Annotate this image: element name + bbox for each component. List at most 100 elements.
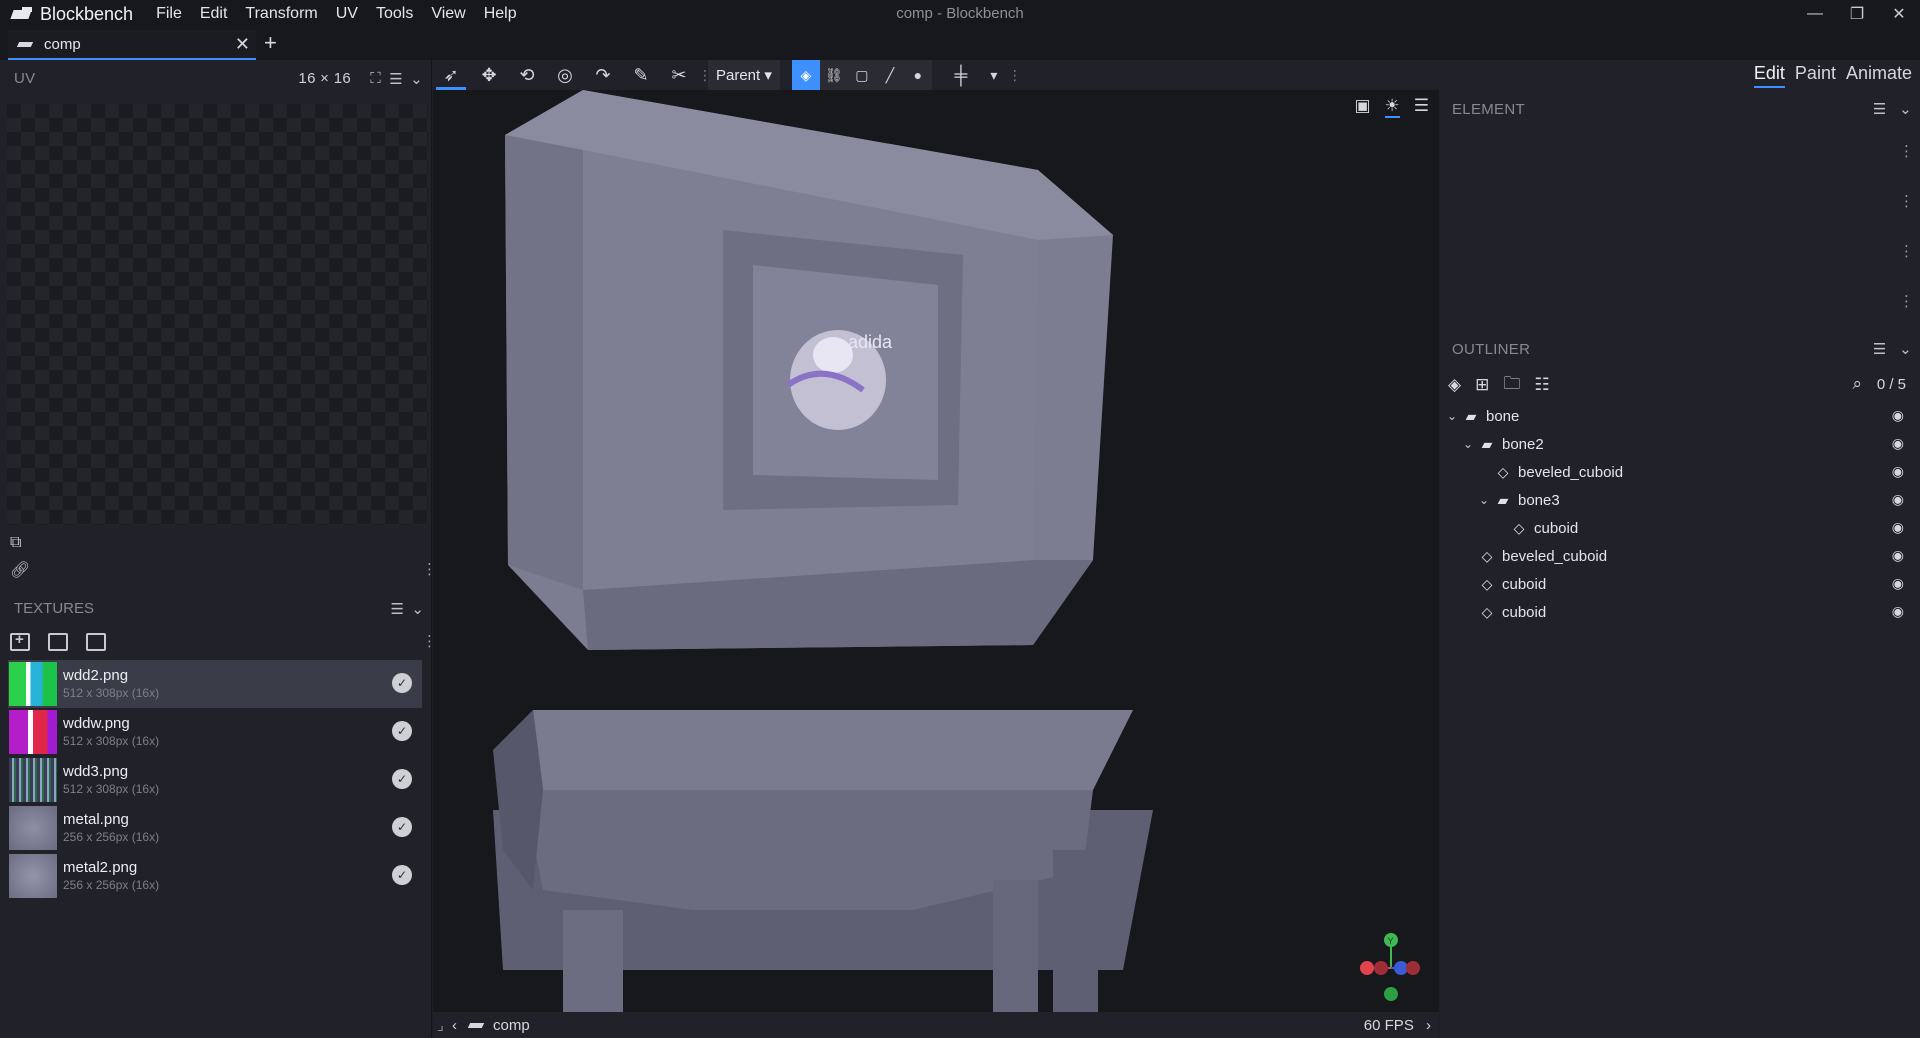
face-mode-icon[interactable]: ▢: [848, 60, 876, 90]
add-texture-icon[interactable]: [10, 631, 30, 651]
tab-comp[interactable]: comp ✕: [8, 30, 256, 60]
texture-item[interactable]: metal2.png 256 x 256px (16x) ✓: [8, 852, 422, 900]
outliner-node[interactable]: ◇ cuboid ◉: [1440, 598, 1920, 626]
open-folder-icon[interactable]: [86, 633, 106, 651]
mode-edit[interactable]: Edit: [1753, 63, 1785, 88]
add-group-icon[interactable]: 🗀︎: [1503, 371, 1520, 400]
close-tab-icon[interactable]: ✕: [235, 34, 250, 55]
fullscreen-icon[interactable]: ⛶: [370, 70, 381, 87]
panel-menu-icon[interactable]: ☰: [1873, 101, 1887, 118]
texture-item[interactable]: wdd3.png 512 x 308px (16x) ✓: [8, 756, 422, 804]
more-icon[interactable]: ⋮: [1899, 142, 1914, 160]
edge-mode-icon[interactable]: ╱: [876, 60, 904, 90]
add-cube-icon[interactable]: ⊞: [1475, 375, 1489, 395]
more-icon[interactable]: ⋮: [1899, 242, 1914, 260]
rotate-tool-icon[interactable]: ⟲: [508, 60, 546, 90]
add-tab-button[interactable]: +: [264, 30, 277, 56]
minimize-button[interactable]: —: [1794, 0, 1836, 28]
outliner-node[interactable]: ◇ beveled_cuboid ◉: [1440, 458, 1920, 486]
menu-edit[interactable]: Edit: [191, 5, 237, 23]
gizmo-negz-icon[interactable]: [1406, 961, 1420, 975]
copy-uv-icon[interactable]: ⧉: [10, 534, 30, 552]
gizmo-negy-icon[interactable]: [1384, 987, 1398, 1001]
menu-help[interactable]: Help: [475, 5, 526, 23]
chevron-right-icon[interactable]: ›: [1426, 1017, 1431, 1034]
vertex-mode-icon[interactable]: ●: [904, 60, 932, 90]
mode-animate[interactable]: Animate: [1846, 63, 1912, 88]
more-icon[interactable]: ⋮: [1899, 192, 1914, 210]
move-tool-icon[interactable]: ✥: [470, 60, 508, 90]
vertex-snap-icon[interactable]: ↷: [584, 60, 622, 90]
axis-gizmo[interactable]: Y: [1351, 928, 1431, 1008]
viewport-menu-icon[interactable]: ☰: [1414, 96, 1429, 118]
eye-icon[interactable]: ◉: [1892, 491, 1904, 508]
menu-uv[interactable]: UV: [327, 5, 367, 23]
texture-item[interactable]: metal.png 256 x 256px (16x) ✓: [8, 804, 422, 852]
gizmo-z-icon[interactable]: [1394, 961, 1408, 975]
3d-viewport[interactable]: adida ▣ ☀ ☰ Y: [433, 90, 1439, 1012]
eye-icon[interactable]: ◉: [1892, 575, 1904, 592]
element-panel-body: ⋮ ⋮ ⋮ ⋮: [1440, 128, 1920, 330]
gizmo-negx-icon[interactable]: [1374, 961, 1388, 975]
add-mesh-icon[interactable]: ◈: [1448, 375, 1461, 395]
close-window-button[interactable]: ✕: [1878, 0, 1920, 28]
link-icon[interactable]: 🔗︎: [10, 560, 30, 580]
uv-editor-canvas[interactable]: [7, 104, 428, 525]
eye-icon[interactable]: ◉: [1892, 407, 1904, 424]
pivot-space-select[interactable]: Parent ▾: [708, 60, 780, 90]
more-icon[interactable]: ⋮: [1899, 292, 1914, 310]
cluster-mode-icon[interactable]: ⛓: [820, 60, 848, 90]
mirror-modeling-icon[interactable]: ╪: [942, 60, 980, 90]
eye-icon[interactable]: ◉: [1892, 603, 1904, 620]
check-icon[interactable]: ✓: [392, 673, 412, 693]
restore-button[interactable]: ❐: [1836, 0, 1878, 28]
dropdown-icon[interactable]: ▾: [980, 60, 1008, 90]
panel-menu-icon[interactable]: ☰: [1873, 341, 1887, 358]
chevron-left-icon[interactable]: ‹: [452, 1017, 457, 1034]
import-texture-icon[interactable]: [48, 633, 68, 651]
menu-file[interactable]: File: [147, 5, 191, 23]
pivot-tool-icon[interactable]: ◎: [546, 60, 584, 90]
check-icon[interactable]: ✓: [392, 865, 412, 885]
outliner-node[interactable]: ⌄ ▰ bone2 ◉: [1440, 430, 1920, 458]
outliner-node[interactable]: ◇ beveled_cuboid ◉: [1440, 542, 1920, 570]
element-panel-title: ELEMENT: [1452, 100, 1525, 118]
outliner-node[interactable]: ◇ cuboid ◉: [1440, 570, 1920, 598]
seam-tool-icon[interactable]: ✎: [622, 60, 660, 90]
check-icon[interactable]: ✓: [392, 817, 412, 837]
texture-item[interactable]: wdd2.png 512 x 308px (16x) ✓: [8, 660, 422, 708]
eye-icon[interactable]: ◉: [1892, 547, 1904, 564]
chevron-down-icon[interactable]: ⌄: [411, 600, 424, 618]
image-icon[interactable]: ▣: [1354, 96, 1370, 118]
menu-tools[interactable]: Tools: [367, 5, 422, 23]
chevron-down-icon[interactable]: ⌄: [1444, 409, 1460, 423]
chevron-down-icon[interactable]: ⌄: [1899, 101, 1912, 118]
panel-menu-icon[interactable]: ☰: [389, 70, 403, 88]
collapse-all-icon[interactable]: ☷: [1534, 375, 1549, 395]
chevron-down-icon[interactable]: ⌄: [410, 70, 423, 88]
outliner-node[interactable]: ⌄ ▰ bone ◉: [1440, 402, 1920, 430]
outliner-node[interactable]: ⌄ ▰ bone3 ◉: [1440, 486, 1920, 514]
eye-icon[interactable]: ◉: [1892, 519, 1904, 536]
texture-item[interactable]: wddw.png 512 x 308px (16x) ✓: [8, 708, 422, 756]
transform-tool-icon[interactable]: ➶: [432, 60, 470, 90]
check-icon[interactable]: ✓: [392, 721, 412, 741]
menu-transform[interactable]: Transform: [236, 5, 326, 23]
chevron-down-icon[interactable]: ⌄: [1899, 341, 1912, 358]
chevron-down-icon[interactable]: ⌄: [1476, 493, 1492, 507]
object-mode-icon[interactable]: ◈: [791, 60, 820, 90]
eye-icon[interactable]: ◉: [1892, 463, 1904, 480]
uv-size-display[interactable]: 16 × 16: [298, 70, 351, 87]
mode-paint[interactable]: Paint: [1795, 63, 1836, 88]
menu-view[interactable]: View: [422, 5, 474, 23]
check-icon[interactable]: ✓: [392, 769, 412, 789]
knife-tool-icon[interactable]: ✂: [660, 60, 698, 90]
chevron-down-icon[interactable]: ⌄: [1460, 437, 1476, 451]
outliner-node[interactable]: ◇ cuboid ◉: [1440, 514, 1920, 542]
resize-handle-icon[interactable]: ⌟: [437, 1016, 444, 1034]
lighting-icon[interactable]: ☀: [1384, 96, 1400, 118]
panel-menu-icon[interactable]: ☰: [391, 600, 404, 618]
search-icon[interactable]: ⌕: [1852, 374, 1862, 394]
gizmo-x-icon[interactable]: [1360, 961, 1374, 975]
eye-icon[interactable]: ◉: [1892, 435, 1904, 452]
